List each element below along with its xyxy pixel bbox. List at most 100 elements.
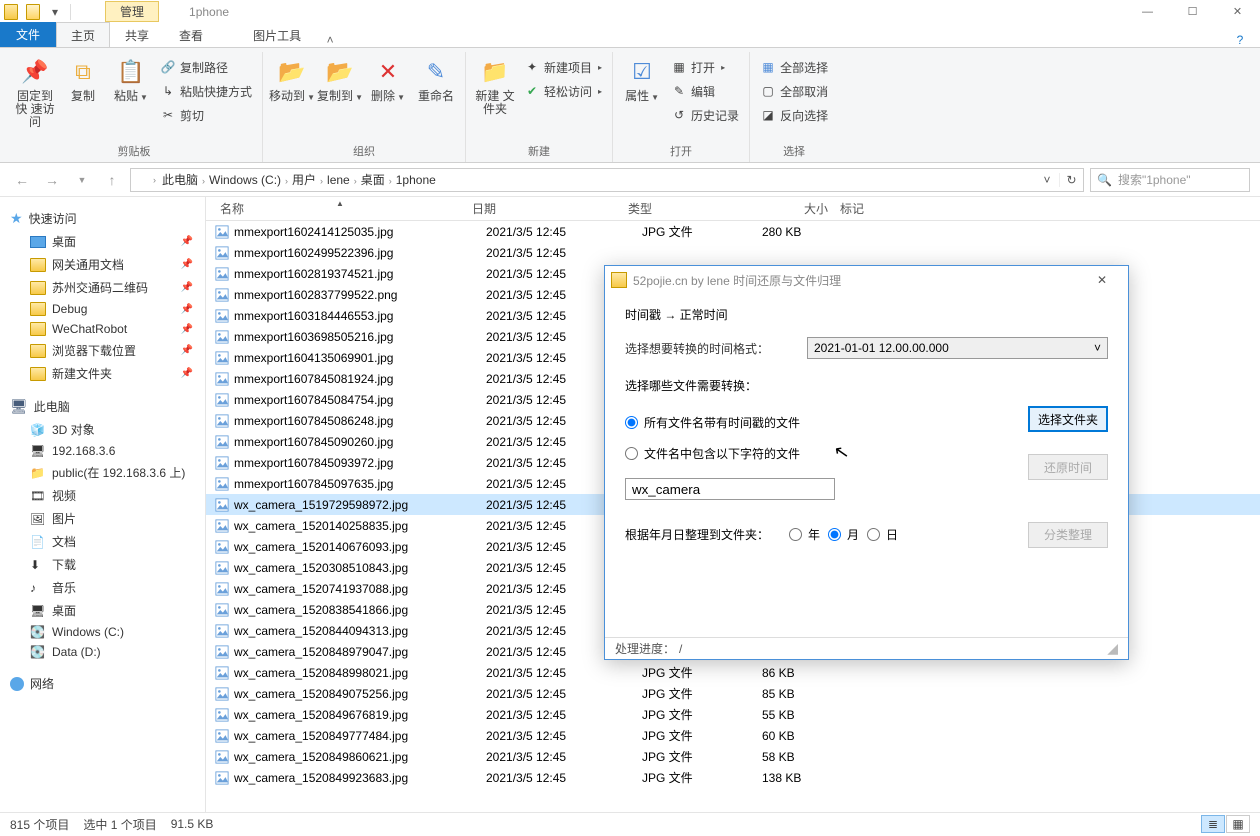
paste-button[interactable]: 📋粘贴▼	[108, 52, 154, 141]
table-row[interactable]: wx_camera_1520849777484.jpg2021/3/5 12:4…	[206, 725, 1260, 746]
table-row[interactable]: wx_camera_1520848998021.jpg2021/3/5 12:4…	[206, 662, 1260, 683]
search-input[interactable]: 🔍 搜索"1phone"	[1090, 168, 1250, 192]
radio-contains[interactable]: 文件名中包含以下字符的文件	[625, 445, 1016, 462]
sidebar-item[interactable]: 📁public(在 192.168.3.6 上)	[10, 461, 205, 484]
open-button[interactable]: ▦打开▸	[667, 56, 743, 78]
breadcrumb[interactable]: lene	[323, 173, 354, 187]
tab-home[interactable]: 主页	[56, 22, 110, 47]
history-button[interactable]: ↺历史记录	[667, 104, 743, 126]
copy-path-button[interactable]: 🔗复制路径	[156, 56, 256, 78]
maximize-button[interactable]: ☐	[1170, 0, 1215, 23]
sidebar-item[interactable]: 📄文档	[10, 530, 205, 553]
radio-month[interactable]: 月	[828, 526, 859, 543]
resize-grip-icon[interactable]: ◢	[1107, 640, 1118, 657]
navigation-pane[interactable]: ★快速访问 桌面📌网关通用文档📌苏州交通码二维码📌Debug📌WeChatRob…	[0, 197, 206, 812]
dialog-titlebar[interactable]: 52pojie.cn by lene 时间还原与文件归理 ✕	[605, 266, 1128, 294]
sidebar-item[interactable]: 🖼图片	[10, 507, 205, 530]
qat-folder-icon[interactable]	[0, 1, 22, 23]
minimize-button[interactable]: —	[1125, 0, 1170, 23]
easy-access-button[interactable]: ✔轻松访问▸	[520, 80, 606, 102]
sidebar-item[interactable]: ♪音乐	[10, 576, 205, 599]
sidebar-item[interactable]: 新建文件夹📌	[10, 362, 205, 385]
help-icon[interactable]: ?	[1226, 33, 1254, 47]
view-icons-button[interactable]: ▦	[1226, 815, 1250, 833]
sidebar-item[interactable]: 桌面📌	[10, 230, 205, 253]
sidebar-item[interactable]: 🧊3D 对象	[10, 418, 205, 441]
breadcrumb[interactable]: 桌面	[357, 173, 389, 187]
navsec-network[interactable]: 网络	[10, 672, 205, 695]
copy-button[interactable]: ⧉复制	[60, 52, 106, 141]
sidebar-item[interactable]: 💽Data (D:)	[10, 642, 205, 662]
invert-selection-button[interactable]: ◪反向选择	[756, 104, 832, 126]
radio-day[interactable]: 日	[867, 526, 898, 543]
breadcrumb[interactable]: 1phone	[392, 173, 440, 187]
tab-share[interactable]: 共享	[110, 22, 164, 47]
new-folder-button[interactable]: 📁新建 文件夹	[472, 52, 518, 141]
radio-all-input[interactable]	[625, 416, 638, 429]
navsec-thispc[interactable]: 🖥此电脑	[10, 395, 205, 418]
move-to-button[interactable]: 📂移动到▼	[269, 52, 315, 141]
ribbon-collapse-icon[interactable]: ˄	[316, 33, 344, 47]
sidebar-item[interactable]: 苏州交通码二维码📌	[10, 276, 205, 299]
nav-history-button[interactable]: ▼	[70, 168, 94, 192]
pin-quickaccess-button[interactable]: 📌固定到快 速访问	[12, 52, 58, 141]
addr-dropdown-icon[interactable]: ˅	[1037, 173, 1057, 187]
navsec-quick[interactable]: ★快速访问	[10, 207, 205, 230]
radio-all-files[interactable]: 所有文件名带有时间戳的文件	[625, 414, 1016, 431]
select-folder-button[interactable]: 选择文件夹	[1028, 406, 1108, 432]
contains-input[interactable]	[625, 478, 835, 500]
new-item-button[interactable]: ✦新建项目▸	[520, 56, 606, 78]
view-details-button[interactable]: ≣	[1201, 815, 1225, 833]
sidebar-item[interactable]: ⬇下载	[10, 553, 205, 576]
select-none-button[interactable]: ▢全部取消	[756, 80, 832, 102]
breadcrumb[interactable]: Windows (C:)	[205, 173, 285, 187]
col-date[interactable]: 日期	[466, 200, 622, 217]
table-row[interactable]: wx_camera_1520849676819.jpg2021/3/5 12:4…	[206, 704, 1260, 725]
nav-up-button[interactable]: ↑	[100, 168, 124, 192]
refresh-icon[interactable]: ↻	[1059, 173, 1083, 187]
breadcrumb[interactable]: 此电脑	[158, 173, 202, 187]
sidebar-item[interactable]: 网关通用文档📌	[10, 253, 205, 276]
format-combo[interactable]: 2021-01-01 12.00.00.000 ˅	[807, 337, 1108, 359]
sidebar-item[interactable]: WeChatRobot📌	[10, 319, 205, 339]
sort-button[interactable]: 分类整理	[1028, 522, 1108, 548]
chevron-icon[interactable]: ›	[153, 175, 156, 185]
table-row[interactable]: wx_camera_1520849075256.jpg2021/3/5 12:4…	[206, 683, 1260, 704]
col-size[interactable]: 大小	[742, 200, 834, 217]
sidebar-item[interactable]: Debug📌	[10, 299, 205, 319]
sidebar-item[interactable]: 浏览器下载位置📌	[10, 339, 205, 362]
rename-button[interactable]: ✎重命名	[413, 52, 459, 141]
copy-to-button[interactable]: 📂复制到▼	[317, 52, 363, 141]
table-row[interactable]: mmexport1602414125035.jpg2021/3/5 12:45J…	[206, 221, 1260, 242]
nav-forward-button[interactable]: →	[40, 168, 64, 192]
col-name[interactable]: ▲名称	[214, 200, 466, 217]
tab-picture-tools[interactable]: 图片工具	[238, 22, 316, 47]
breadcrumb[interactable]: 用户	[288, 173, 320, 187]
radio-contains-input[interactable]	[625, 447, 638, 460]
table-row[interactable]: mmexport1602499522396.jpg2021/3/5 12:45	[206, 242, 1260, 263]
dialog-close-button[interactable]: ✕	[1082, 268, 1122, 292]
address-bar[interactable]: › 此电脑›Windows (C:)›用户›lene›桌面›1phone ˅ ↻	[130, 168, 1084, 192]
restore-time-button[interactable]: 还原时间	[1028, 454, 1108, 480]
table-row[interactable]: wx_camera_1520849860621.jpg2021/3/5 12:4…	[206, 746, 1260, 767]
select-all-button[interactable]: ▦全部选择	[756, 56, 832, 78]
delete-button[interactable]: ✕删除▼	[365, 52, 411, 141]
edit-button[interactable]: ✎编辑	[667, 80, 743, 102]
close-button[interactable]: ✕	[1215, 0, 1260, 23]
paste-shortcut-button[interactable]: ↳粘贴快捷方式	[156, 80, 256, 102]
sidebar-item[interactable]: 💽Windows (C:)	[10, 622, 205, 642]
cut-button[interactable]: ✂剪切	[156, 104, 256, 126]
context-tab[interactable]: 管理	[105, 1, 159, 22]
tab-file[interactable]: 文件	[0, 22, 56, 47]
col-type[interactable]: 类型	[622, 200, 742, 217]
col-tag[interactable]: 标记	[834, 200, 914, 217]
radio-year[interactable]: 年	[789, 526, 820, 543]
nav-back-button[interactable]: ←	[10, 168, 34, 192]
qat-folder2-icon[interactable]	[22, 1, 44, 23]
table-row[interactable]: wx_camera_1520849923683.jpg2021/3/5 12:4…	[206, 767, 1260, 788]
tab-view[interactable]: 查看	[164, 22, 218, 47]
sidebar-item[interactable]: 🖥192.168.3.6	[10, 441, 205, 461]
sidebar-item[interactable]: 🖥桌面	[10, 599, 205, 622]
listview-header[interactable]: ▲名称 日期 类型 大小 标记	[206, 197, 1260, 221]
qat-dropdown-icon[interactable]: ▾	[44, 1, 66, 23]
